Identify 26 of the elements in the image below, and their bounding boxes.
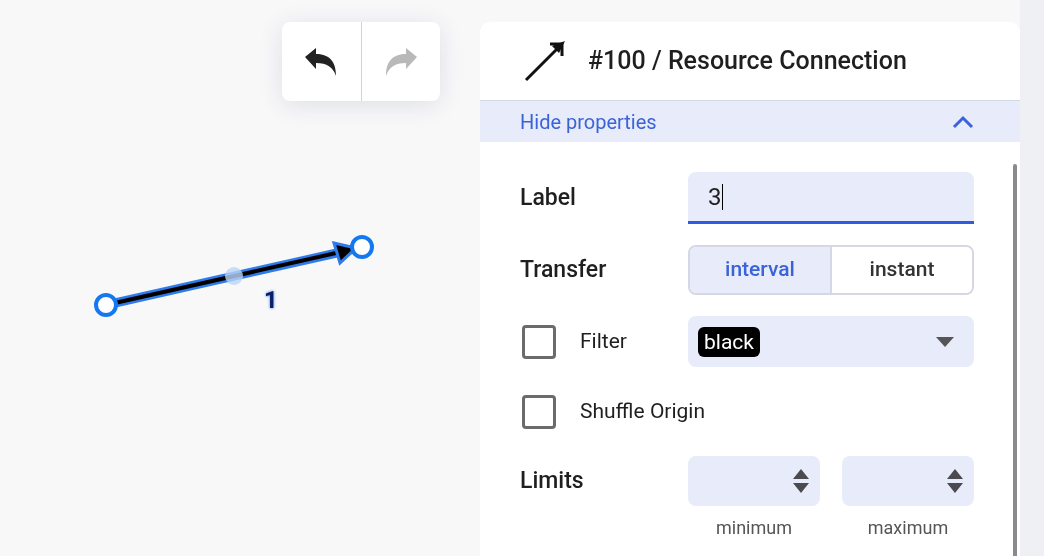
undo-icon [304,46,339,77]
stepper-icon [792,468,810,494]
panel-title: #100 / Resource Connection [588,45,907,78]
field-label: Limits [520,466,585,496]
checkbox[interactable] [522,324,556,359]
field-caption: minimum [716,516,792,540]
field-caption: maximum [867,516,949,540]
number-input[interactable] [842,456,974,506]
filter-label: Filter [580,327,627,355]
label-input[interactable]: 3 [688,172,974,224]
arrow-icon [524,40,566,82]
shuffle-origin-label: Shuffle Origin [580,398,706,426]
stepper-icon [946,468,964,494]
field-label: Label [520,182,577,213]
hide-properties-toggle[interactable]: Hide properties [480,101,1020,142]
redo-icon [383,46,418,77]
field-label: Transfer [520,254,608,285]
dropdown-icon [936,336,954,347]
filter-select[interactable]: black [688,316,974,367]
checkbox[interactable] [522,395,556,429]
transfer-option[interactable]: instant [830,247,972,293]
transfer-option[interactable]: interval [690,247,830,293]
connection-arrow[interactable] [93,234,377,318]
chevron-icon [952,114,974,129]
number-input[interactable] [688,456,820,506]
connection-label: 1 [264,285,278,316]
